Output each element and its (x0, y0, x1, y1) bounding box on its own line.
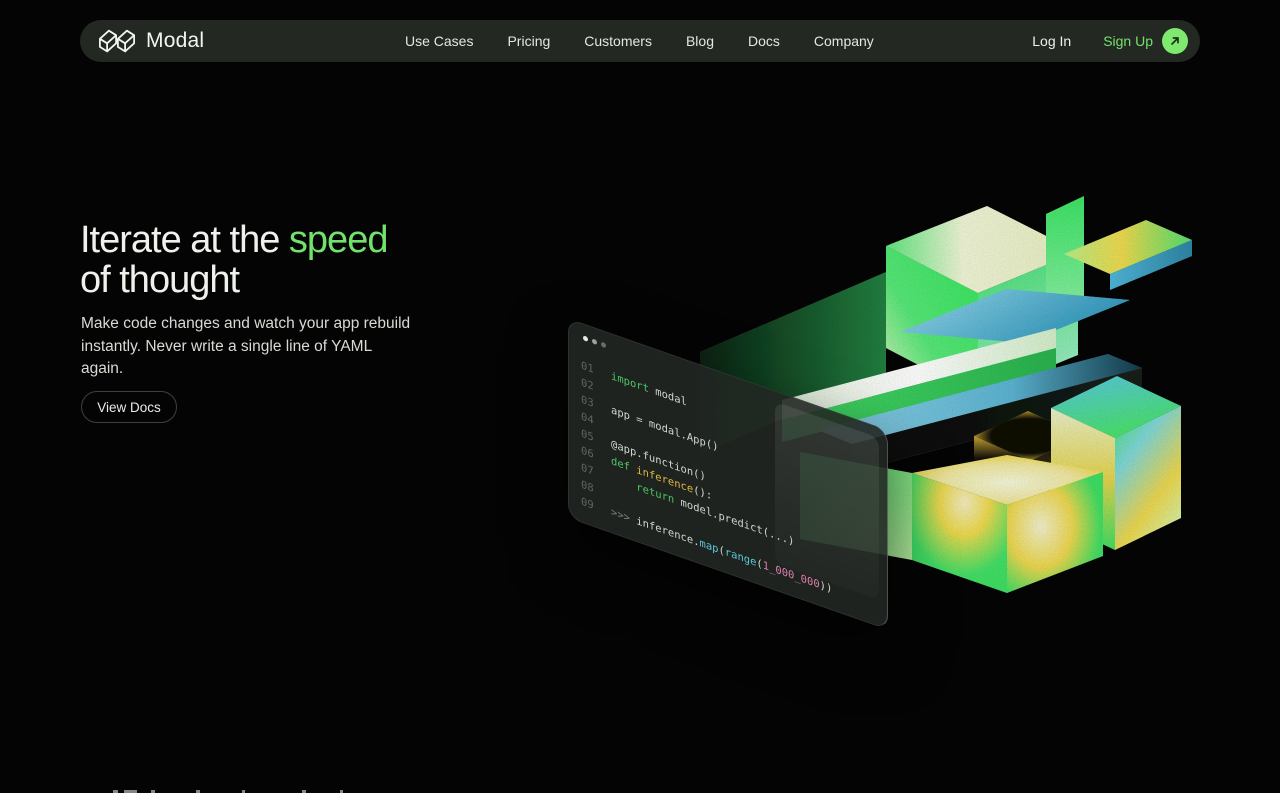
window-traffic-lights (583, 335, 606, 349)
window-dot-2 (592, 338, 597, 346)
window-dot-3 (601, 341, 606, 349)
window-dot-1 (583, 335, 588, 343)
